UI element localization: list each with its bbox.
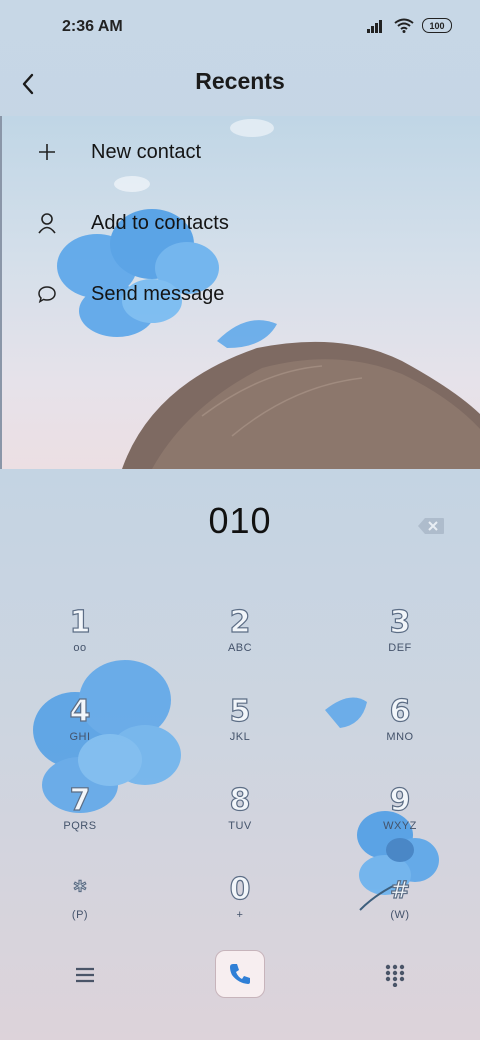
key-digit: 2 bbox=[229, 605, 251, 640]
battery-level: 100 bbox=[429, 20, 445, 31]
header: Recents bbox=[0, 56, 480, 116]
person-icon bbox=[34, 210, 60, 236]
key-letters: (W) bbox=[390, 909, 410, 921]
key-letters: (P) bbox=[71, 909, 89, 921]
call-button[interactable] bbox=[215, 950, 265, 998]
key-2[interactable]: 2 ABC bbox=[180, 605, 300, 686]
key-9[interactable]: 9 WXYZ bbox=[340, 783, 460, 864]
key-letters: MNO bbox=[386, 731, 414, 743]
page-title: Recents bbox=[195, 68, 285, 94]
key-letters: DEF bbox=[388, 642, 412, 654]
menu-item-new-contact[interactable]: New contact bbox=[2, 122, 480, 182]
key-digit: 8 bbox=[229, 783, 251, 818]
menu-label-add-to-contacts: Add to contacts bbox=[91, 211, 229, 234]
voicemail-icon: oo bbox=[73, 642, 87, 654]
status-bar: 2:36 AM 100 bbox=[0, 0, 480, 56]
key-digit: 9 bbox=[389, 783, 411, 818]
plus-icon bbox=[34, 139, 60, 165]
chat-bubble-icon bbox=[34, 281, 60, 307]
backspace-icon bbox=[418, 518, 444, 534]
key-4[interactable]: 4 GHI bbox=[20, 694, 140, 775]
menu-item-add-to-contacts[interactable]: Add to contacts bbox=[2, 193, 480, 253]
key-letters: PQRS bbox=[63, 820, 97, 832]
menu-button[interactable] bbox=[70, 960, 100, 990]
phone-icon bbox=[230, 964, 250, 984]
menu-label-send-message: Send message bbox=[91, 282, 225, 305]
key-letters: WXYZ bbox=[383, 820, 417, 832]
dialpad-toggle-button[interactable] bbox=[380, 960, 410, 990]
battery-icon: 100 bbox=[422, 18, 452, 33]
key-3[interactable]: 3 DEF bbox=[340, 605, 460, 686]
key-digit: * bbox=[73, 875, 87, 904]
key-digit: 6 bbox=[389, 694, 411, 729]
key-letters: + bbox=[236, 909, 244, 921]
hamburger-icon bbox=[76, 967, 94, 983]
key-digit: # bbox=[389, 875, 411, 904]
key-letters: TUV bbox=[228, 820, 252, 832]
key-7[interactable]: 7 PQRS bbox=[20, 783, 140, 864]
key-letters: JKL bbox=[229, 731, 251, 743]
key-digit: 5 bbox=[229, 694, 251, 729]
signal-icon bbox=[367, 19, 382, 33]
key-letters: GHI bbox=[69, 731, 91, 743]
key-6[interactable]: 6 MNO bbox=[340, 694, 460, 775]
key-1[interactable]: 1 oo bbox=[20, 605, 140, 686]
key-digit: 4 bbox=[69, 694, 91, 729]
key-8[interactable]: 8 TUV bbox=[180, 783, 300, 864]
wifi-icon bbox=[394, 18, 414, 33]
options-panel: New contact Add to contacts Send message bbox=[0, 116, 480, 469]
status-time: 2:36 AM bbox=[62, 18, 123, 35]
key-digit: 3 bbox=[389, 605, 411, 640]
menu-item-send-message[interactable]: Send message bbox=[2, 264, 480, 324]
menu-label-new-contact: New contact bbox=[91, 140, 202, 163]
key-digit: 7 bbox=[69, 783, 91, 818]
key-letters: ABC bbox=[227, 642, 253, 654]
key-5[interactable]: 5 JKL bbox=[180, 694, 300, 775]
status-icons: 100 bbox=[366, 18, 452, 33]
dialpad-icon bbox=[385, 964, 405, 987]
dialed-number: 010 bbox=[208, 500, 272, 541]
backspace-button[interactable] bbox=[416, 514, 446, 538]
bottom-bar bbox=[0, 940, 480, 1010]
key-digit: 0 bbox=[229, 872, 251, 907]
key-digit: 1 bbox=[69, 605, 91, 640]
